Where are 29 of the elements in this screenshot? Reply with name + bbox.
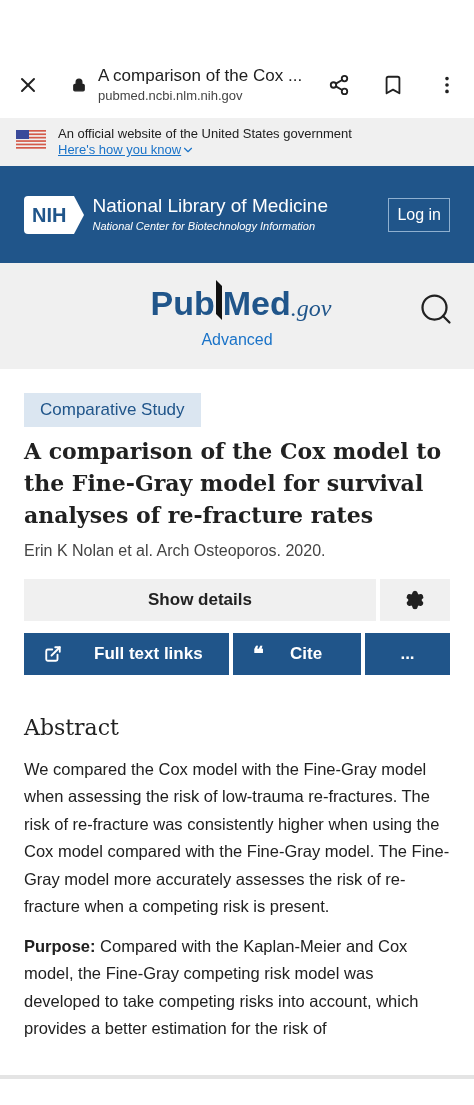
show-details-button[interactable]: Show details bbox=[24, 578, 376, 621]
chevron-logo-icon bbox=[74, 195, 85, 234]
cite-button[interactable]: ❝ Cite bbox=[233, 632, 361, 675]
abstract-paragraph: Purpose: Compared with the Kaplan-Meier and Cox model, the Fine-Gray competing risk model was developed to take competing risks into account, which provides a better estimation for the risk of bbox=[24, 935, 420, 1039]
advanced-link[interactable]: Advanced bbox=[201, 328, 273, 352]
logo-text: Med bbox=[222, 286, 291, 320]
library-title: National Library of Medicine bbox=[92, 194, 329, 219]
library-subtitle: National Center for Biotechnology Information bbox=[92, 219, 317, 235]
flag-icon bbox=[16, 130, 46, 150]
page-title: A comparison of the Cox ... bbox=[98, 64, 304, 86]
quote-icon: ❝ bbox=[253, 643, 264, 664]
logo-text: Pub bbox=[150, 286, 215, 320]
login-button[interactable]: Log in bbox=[388, 197, 450, 232]
abstract-heading: Abstract bbox=[24, 713, 120, 742]
article-byline: Erin K Nolan et al. Arch Osteoporos. 2020. bbox=[24, 540, 327, 561]
logo-suffix: .gov bbox=[290, 296, 332, 320]
external-link-icon bbox=[44, 644, 62, 663]
full-text-links-button[interactable]: Full text links bbox=[24, 632, 229, 675]
search-icon[interactable] bbox=[418, 291, 454, 327]
page-url: pubmed.ncbi.nlm.nih.gov bbox=[98, 86, 244, 105]
share-icon[interactable] bbox=[328, 74, 350, 96]
lock-icon bbox=[72, 78, 86, 92]
how-you-know-link[interactable]: Here's how you know bbox=[58, 142, 196, 158]
article-title: A comparison of the Cox model to the Fine-Gray model for survival analyses of re-fracture rates bbox=[24, 436, 443, 530]
study-type-tag: Comparative Study bbox=[24, 393, 201, 427]
banner-text: An official website of the United States government bbox=[58, 126, 352, 142]
settings-button[interactable] bbox=[380, 578, 450, 621]
abstract-paragraph: We compared the Cox model with the Fine-Gray model when assessing the risk of low-trauma re-fractures. The risk of re-fracture was consistently higher when using the Cox model compared with the Fine-Gray model. The Fine-Gray model more accurately assesses the risk of re-fracture when a competing risk is present. bbox=[24, 758, 450, 917]
more-button[interactable]: ... bbox=[365, 632, 450, 675]
